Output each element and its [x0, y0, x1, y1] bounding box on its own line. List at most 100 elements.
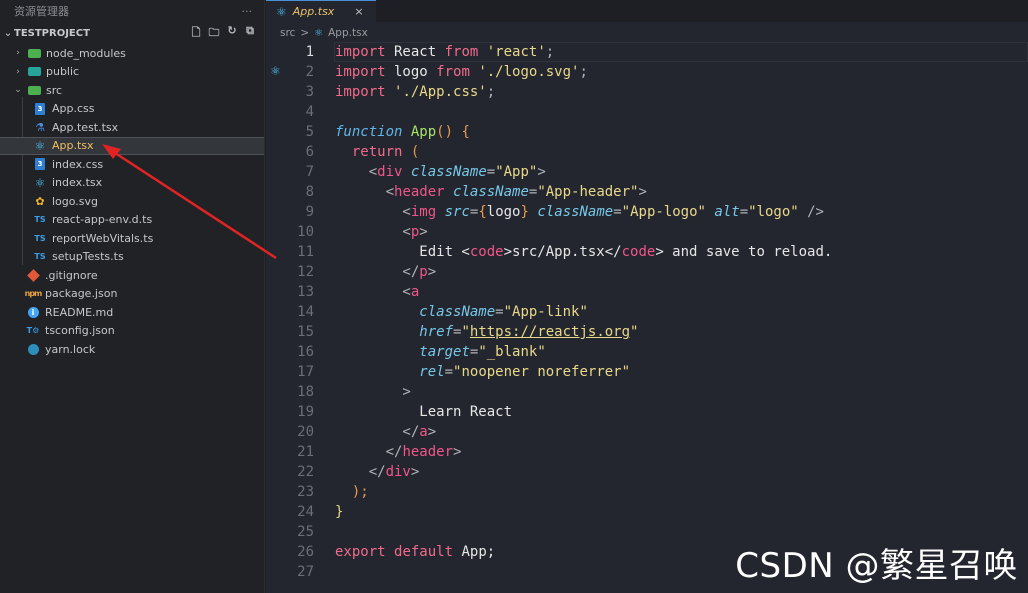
- line-number: 15: [297, 324, 314, 340]
- yarn-icon: [26, 343, 40, 355]
- tree-item-label: README.md: [45, 305, 114, 319]
- code-token: >: [410, 464, 420, 480]
- line-number: 14: [297, 304, 314, 320]
- code-token: =: [739, 204, 749, 220]
- code-token: <: [335, 164, 378, 180]
- tree-item-app-css[interactable]: 3 App.css: [0, 100, 264, 119]
- close-icon[interactable]: ×: [354, 5, 363, 18]
- tree-item-label: package.json: [45, 287, 118, 301]
- code-token: </: [335, 424, 420, 440]
- code-token: className: [419, 304, 496, 320]
- tree-item-setup-tests[interactable]: TS setupTests.ts: [0, 248, 264, 267]
- tree-item-package-json[interactable]: npm package.json: [0, 285, 264, 304]
- code-line: 11 Edit <code>src/App.tsx</code> and sav…: [266, 242, 1028, 262]
- tree-item-app-test-tsx[interactable]: ⚗ App.test.tsx: [0, 118, 264, 137]
- breadcrumb-file[interactable]: App.tsx: [328, 27, 368, 39]
- tree-item-public[interactable]: › public: [0, 63, 264, 82]
- tree-item-label: reportWebVitals.ts: [52, 231, 154, 245]
- code-token: <: [335, 284, 411, 300]
- tree-item-label: tsconfig.json: [45, 324, 115, 338]
- code-token: >: [419, 224, 428, 240]
- more-actions-icon[interactable]: ···: [242, 5, 253, 18]
- line-number: 9: [305, 204, 314, 220]
- line-number: 13: [297, 284, 314, 300]
- code-token: href: [419, 324, 454, 340]
- tree-item-react-app-env[interactable]: TS react-app-env.d.ts: [0, 211, 264, 230]
- test-icon: ⚗: [35, 120, 45, 134]
- code-token: default: [394, 544, 454, 560]
- tree-item-yarn-lock[interactable]: yarn.lock: [0, 340, 264, 359]
- code-token: './logo.svg': [478, 64, 580, 80]
- line-number: 19: [297, 404, 314, 420]
- chevron-right-icon: ›: [16, 66, 20, 77]
- code-area[interactable]: 1 import React from 'react'; 2 import logo…: [266, 42, 1028, 582]
- react-icon: ⚛: [34, 175, 46, 190]
- explorer-header: 资源管理器 ···: [0, 0, 264, 22]
- json-icon: npm: [24, 289, 43, 299]
- explorer-title: 资源管理器: [14, 5, 69, 18]
- collapse-all-icon[interactable]: ⧉: [244, 24, 256, 43]
- tree-item-label: App.tsx: [52, 139, 94, 153]
- line-number: 4: [305, 104, 314, 120]
- line-number: 11: [297, 244, 314, 260]
- code-line: 13 <a: [266, 282, 1028, 302]
- line-number: 16: [297, 344, 314, 360]
- tree-item-node-modules[interactable]: › node_modules: [0, 44, 264, 63]
- tree-item-readme[interactable]: i README.md: [0, 303, 264, 322]
- code-token: import: [335, 44, 386, 60]
- code-token: src: [444, 204, 470, 220]
- line-number: 3: [305, 84, 314, 100]
- code-token: "noopener noreferrer": [453, 364, 631, 380]
- chevron-down-icon: ⌄: [14, 85, 22, 96]
- code-token: Learn React: [335, 404, 513, 420]
- line-number: 6: [305, 144, 314, 160]
- chevron-down-icon[interactable]: ⌄: [2, 28, 14, 39]
- code-token: header: [394, 184, 445, 200]
- tree-item-tsconfig[interactable]: T⚙ tsconfig.json: [0, 322, 264, 341]
- code-line: 22 </div>: [266, 462, 1028, 482]
- code-token: logo: [486, 204, 521, 220]
- new-folder-icon[interactable]: 🗀: [208, 24, 220, 43]
- url-link[interactable]: https://reactjs.org: [470, 324, 630, 340]
- code-token: </: [335, 264, 420, 280]
- code-line: 23 );: [266, 482, 1028, 502]
- tab-app-tsx[interactable]: ⚛ App.tsx ×: [266, 0, 376, 22]
- breadcrumb-folder[interactable]: src: [280, 27, 295, 39]
- line-number: 10: [297, 224, 314, 240]
- tree-item-index-tsx[interactable]: ⚛ index.tsx: [0, 174, 264, 193]
- code-token: "_blank": [478, 344, 546, 360]
- code-token: "App-link": [503, 304, 588, 320]
- folder-icon: [27, 47, 41, 59]
- code-token: "App-logo": [621, 204, 706, 220]
- code-token: target: [419, 344, 470, 360]
- code-token: return: [351, 144, 403, 160]
- code-token: );: [335, 484, 369, 500]
- code-line: 21 </header>: [266, 442, 1028, 462]
- code-token: <: [335, 224, 411, 240]
- tree-item-report-web-vitals[interactable]: TS reportWebVitals.ts: [0, 229, 264, 248]
- tree-item-gitignore[interactable]: .gitignore: [0, 266, 264, 285]
- tree-item-label: setupTests.ts: [52, 250, 124, 264]
- project-root[interactable]: ⌄ TESTPROJECT 🗋 🗀 ↻ ⧉: [0, 22, 264, 44]
- code-token: >: [453, 444, 462, 460]
- code-token: App;: [453, 544, 496, 560]
- refresh-icon[interactable]: ↻: [226, 24, 238, 43]
- tree-item-src[interactable]: ⌄ src: [0, 81, 264, 100]
- code-token: a: [410, 284, 420, 300]
- tree-item-app-tsx[interactable]: ⚛ App.tsx: [0, 136, 264, 155]
- line-number: 7: [305, 164, 314, 180]
- line-number: 12: [297, 264, 314, 280]
- tree-item-label: logo.svg: [52, 194, 99, 208]
- tree-item-logo-svg[interactable]: ✿ logo.svg: [0, 192, 264, 211]
- tree-item-label: .gitignore: [45, 268, 98, 282]
- new-file-icon[interactable]: 🗋: [190, 24, 202, 43]
- tree-item-index-css[interactable]: 3 index.css: [0, 155, 264, 174]
- code-token: >: [638, 184, 647, 200]
- folder-icon: [27, 66, 41, 78]
